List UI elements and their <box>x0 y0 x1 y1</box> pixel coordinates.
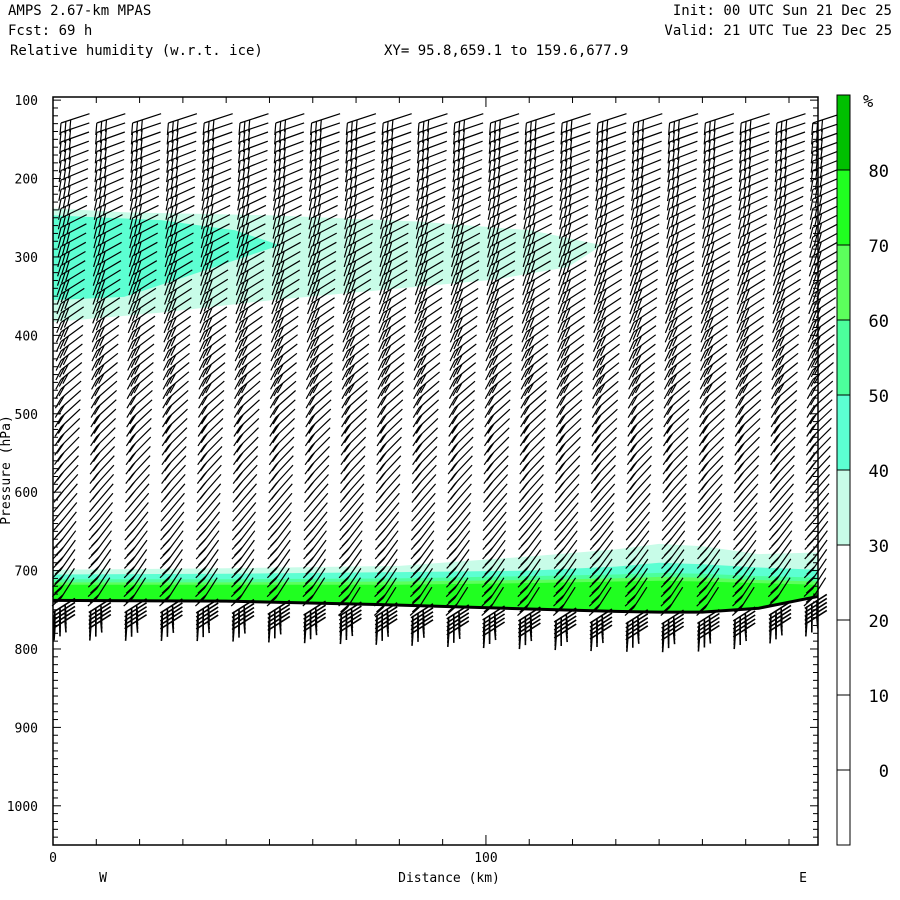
x-tick-label: 0 <box>49 851 57 866</box>
colorbar-label: 60 <box>869 312 889 332</box>
y-tick-label: 1000 <box>7 800 38 815</box>
y-tick-label: 900 <box>15 721 38 736</box>
colorbar-segment <box>836 394 851 471</box>
colorbar-segment <box>836 94 851 171</box>
y-tick-label: 200 <box>15 173 38 188</box>
y-tick-label: 300 <box>15 251 38 266</box>
init-time: Init: 00 UTC Sun 21 Dec 25 <box>673 3 892 19</box>
field-name: Relative humidity (w.r.t. ice) <box>10 43 263 59</box>
colorbar-segment <box>836 694 851 771</box>
y-tick-label: 400 <box>15 329 38 344</box>
colorbar-segment <box>836 244 851 321</box>
section-endpoints: XY= 95.8,659.1 to 159.6,677.9 <box>384 43 628 59</box>
colorbar-segment <box>836 319 851 396</box>
east-label: E <box>799 871 807 886</box>
colorbar-unit: % <box>863 92 873 112</box>
x-axis-label: Distance (km) <box>398 871 500 886</box>
colorbar-segment <box>836 619 851 696</box>
cross-section-chart: AMPS 2.67-km MPAS Fcst: 69 h Relative hu… <box>0 3 892 886</box>
colorbar-segment <box>836 769 851 846</box>
colorbar-label: 30 <box>869 537 889 557</box>
y-tick-label: 500 <box>15 408 38 423</box>
y-tick-label: 700 <box>15 565 38 580</box>
colorbar-label: 20 <box>869 612 889 632</box>
colorbar: 0 10 20 30 40 50 60 70 80 <box>836 94 889 846</box>
x-tick-label: 100 <box>474 851 497 866</box>
colorbar-label: 50 <box>869 387 889 407</box>
y-tick-label: 100 <box>15 94 38 109</box>
colorbar-label: 40 <box>869 462 889 482</box>
colorbar-segment <box>836 169 851 246</box>
model-title: AMPS 2.67-km MPAS <box>8 3 151 19</box>
colorbar-label: 10 <box>869 687 889 707</box>
y-axis-label: Pressure (hPa) <box>0 415 14 525</box>
y-tick-label: 800 <box>15 643 38 658</box>
west-label: W <box>99 871 107 886</box>
colorbar-segment <box>836 469 851 546</box>
valid-time: Valid: 21 UTC Tue 23 Dec 25 <box>664 23 892 39</box>
colorbar-label: 0 <box>879 762 889 782</box>
y-tick-label: 600 <box>15 486 38 501</box>
colorbar-label: 70 <box>869 237 889 257</box>
colorbar-label: 80 <box>869 162 889 182</box>
colorbar-segment <box>836 544 851 621</box>
forecast-hour: Fcst: 69 h <box>8 23 92 39</box>
